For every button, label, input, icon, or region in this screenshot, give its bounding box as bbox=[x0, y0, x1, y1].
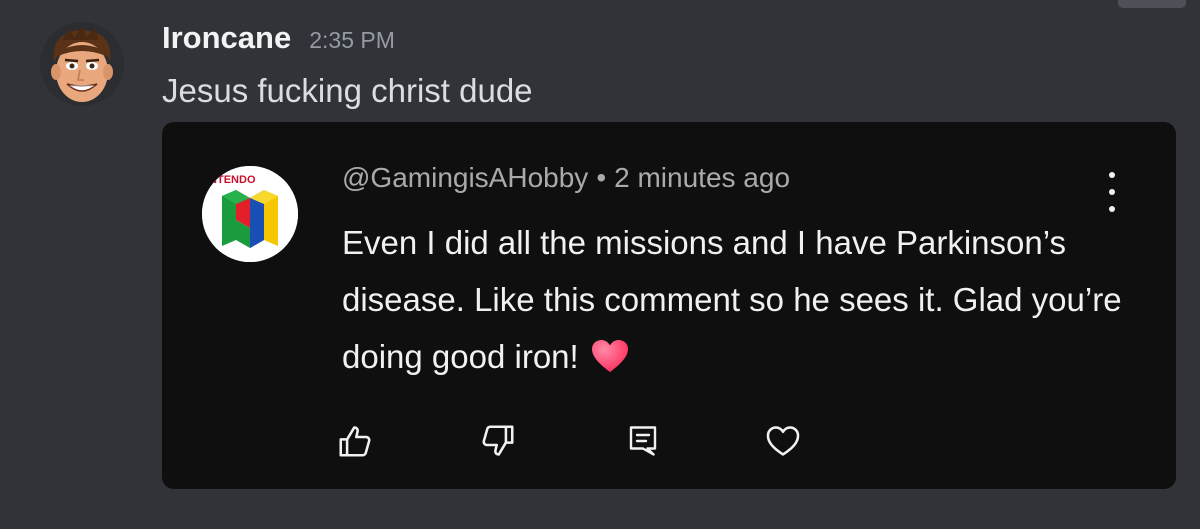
message-text: Jesus fucking christ dude bbox=[162, 72, 533, 109]
n64-logo-text: INTENDO bbox=[206, 174, 256, 186]
comment-text: Even I did all the missions and I have P… bbox=[342, 224, 1122, 375]
user-avatar[interactable] bbox=[40, 22, 124, 106]
dislike-icon bbox=[475, 418, 521, 464]
username[interactable]: Ironcane bbox=[162, 20, 291, 56]
reply-icon bbox=[620, 418, 666, 464]
message-timestamp: 2:35 PM bbox=[309, 27, 395, 53]
comment-author-handle: @GamingisAHobby bbox=[342, 162, 589, 193]
red-heart-emoji-icon bbox=[591, 333, 629, 390]
chat-window: Ironcane 2:35 PM Jesus fucking christ du… bbox=[0, 0, 1200, 529]
like-icon bbox=[332, 418, 378, 464]
more-vertical-icon bbox=[1102, 172, 1122, 212]
scroll-corner bbox=[1118, 0, 1186, 8]
message-header: Ironcane 2:35 PM bbox=[162, 20, 395, 68]
comment-time-ago: 2 minutes ago bbox=[614, 162, 791, 193]
comment-meta: @GamingisAHobby • 2 minutes ago bbox=[342, 162, 790, 194]
embedded-comment-image[interactable]: INTENDO @GamingisAHobby • 2 minutes ago Ev… bbox=[162, 122, 1176, 489]
meta-separator: • bbox=[596, 162, 607, 193]
comment-body: Even I did all the missions and I have P… bbox=[342, 214, 1142, 390]
channel-avatar: INTENDO bbox=[202, 166, 298, 262]
heart-icon bbox=[760, 418, 806, 464]
